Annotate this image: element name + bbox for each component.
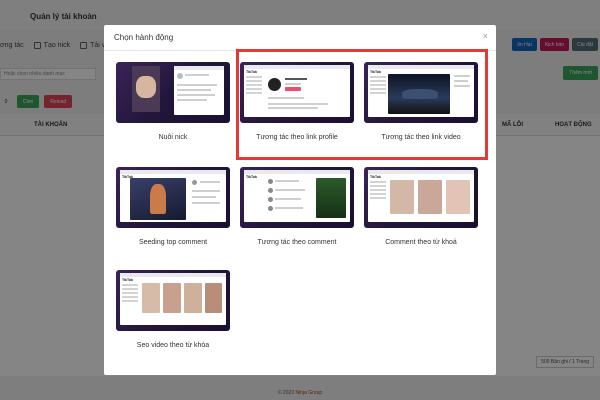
video-subject [150,184,166,214]
action-card-seo-video[interactable]: TikTok Seo video theo từ khóa [116,270,230,368]
action-card-seeding-comment[interactable]: TikTok Seeding top comment [116,167,230,265]
result-video-2 [163,283,181,313]
card-thumbnail: TikTok [364,62,478,123]
result-video-3 [446,180,470,214]
card-label: Nuôi nick [158,134,188,141]
browser-frame: TikTok [244,170,350,222]
profile-avatar [268,78,281,91]
action-card-comment-interact[interactable]: TikTok Tương tác theo comment [240,167,354,265]
browser-frame: TikTok [120,170,226,222]
card-label: Tương tác theo link profile [256,134,338,141]
card-thumbnail: TikTok [116,270,230,331]
action-card-nurture-nick[interactable]: Nuôi nick [116,62,230,160]
browser-frame: TikTok [368,65,474,117]
action-modal: Chọn hành động × Nuôi nick TikTok Tương … [104,25,496,375]
browser-frame: TikTok [120,273,226,325]
action-card-profile-link[interactable]: TikTok Tương tác theo link profile [240,62,354,160]
card-thumbnail: TikTok [116,167,230,228]
modal-title: Chọn hành động [114,33,174,42]
card-label: Tương tác theo link video [381,134,461,141]
card-thumbnail [116,62,230,123]
result-video-2 [418,180,442,214]
avatar [177,73,183,79]
result-video-3 [184,283,202,313]
follow-button [285,87,301,91]
result-video-1 [390,180,414,214]
card-thumbnail: TikTok [240,167,354,228]
browser-frame: TikTok [368,170,474,222]
browser-frame [174,66,224,115]
action-card-keyword-comment[interactable]: TikTok Comment theo từ khoá [364,167,478,265]
result-video-4 [205,283,222,313]
card-thumbnail: TikTok [364,167,478,228]
video-subject [136,76,156,98]
card-thumbnail: TikTok [240,62,354,123]
card-label: Seeding top comment [138,239,208,246]
car-image [402,89,438,99]
browser-frame: TikTok [244,65,350,117]
close-icon[interactable]: × [483,32,488,41]
card-label: Tương tác theo comment [257,239,337,246]
card-label: Seo video theo từ khóa [136,342,210,349]
card-label: Comment theo từ khoá [385,239,457,246]
modal-header: Chọn hành động × [104,25,496,51]
action-card-video-link[interactable]: TikTok Tương tác theo link video [364,62,478,160]
video-player [316,178,346,218]
result-video-1 [142,283,160,313]
